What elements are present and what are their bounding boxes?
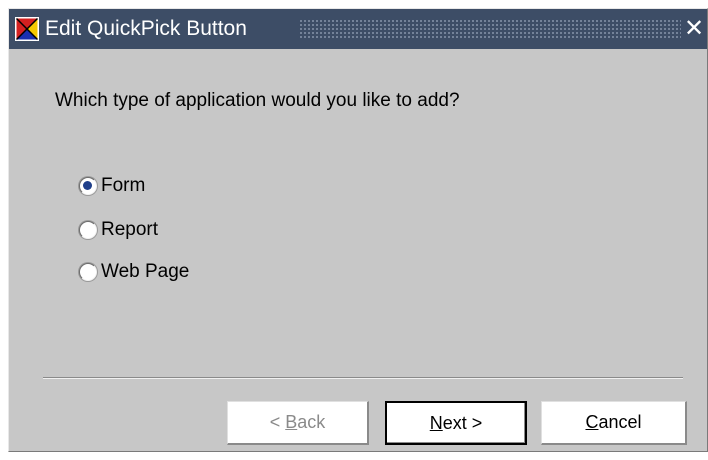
radio-option-web-page[interactable]: Web Page xyxy=(79,260,189,284)
radio-button-report[interactable] xyxy=(79,221,97,239)
radio-label-web-page: Web Page xyxy=(101,261,190,282)
edit-quickpick-dialog: Edit QuickPick Button ✕ Which type of ap… xyxy=(8,8,708,452)
cancel-button[interactable]: Cancel xyxy=(541,401,687,445)
next-label-rest: ext > xyxy=(442,413,483,433)
next-label-mnemonic: N xyxy=(429,413,443,433)
radio-label-report: Report xyxy=(101,219,159,240)
separator-line xyxy=(43,377,683,379)
close-icon[interactable]: ✕ xyxy=(683,17,705,41)
title-bar-pattern xyxy=(299,19,681,39)
cancel-label-mnemonic: C xyxy=(585,412,599,432)
radio-label-form: Form xyxy=(101,175,146,196)
back-label-rest: ack xyxy=(297,412,326,432)
window-title: Edit QuickPick Button xyxy=(45,17,247,40)
app-logo-icon xyxy=(15,17,39,41)
radio-button-form[interactable] xyxy=(79,177,97,195)
title-bar[interactable]: Edit QuickPick Button ✕ xyxy=(9,9,707,49)
radio-button-web-page[interactable] xyxy=(79,263,97,281)
cancel-label-rest: ancel xyxy=(598,412,642,432)
back-label-prefix: < xyxy=(269,412,286,432)
prompt-text: Which type of application would you like… xyxy=(55,90,460,111)
radio-option-report[interactable]: Report xyxy=(79,218,158,242)
back-button[interactable]: < Back xyxy=(227,401,369,445)
radio-option-form[interactable]: Form xyxy=(79,174,145,198)
back-label-mnemonic: B xyxy=(285,412,298,432)
next-button[interactable]: Next > xyxy=(385,401,527,445)
